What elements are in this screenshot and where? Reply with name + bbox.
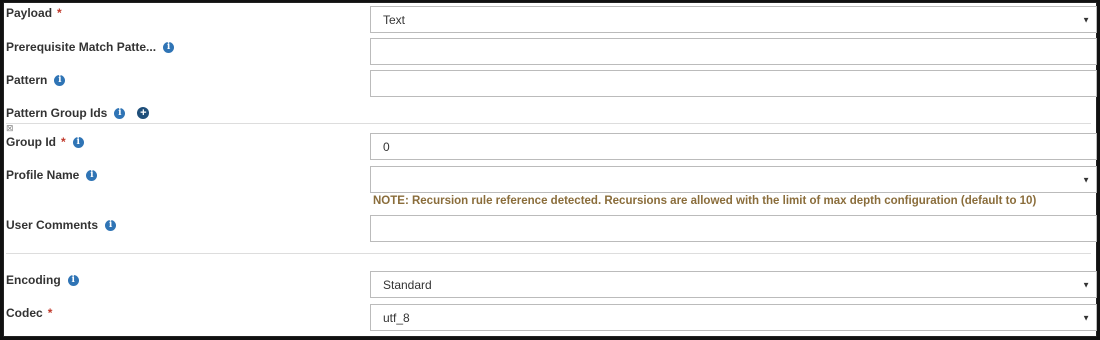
encoding-label: Encoding i [6,273,79,287]
group-id-label: Group Id * i [6,135,84,149]
section-divider [6,253,1091,254]
caret-down-icon: ▼ [1082,313,1090,322]
info-icon[interactable]: i [72,136,84,148]
profile-name-select[interactable]: ▼ [370,166,1097,193]
prerequisite-label: Prerequisite Match Patte... i [6,40,175,54]
codec-select[interactable]: utf_8 ▼ [370,304,1097,331]
info-icon[interactable]: i [67,274,79,286]
caret-down-icon: ▼ [1082,175,1090,184]
pattern-group-ids-label: Pattern Group Ids i + [6,106,150,120]
payload-select-value: Text [383,12,406,27]
info-icon[interactable]: i [114,107,126,119]
group-id-input[interactable]: 0 [370,133,1097,160]
payload-select[interactable]: Text ▼ [370,6,1097,33]
encoding-select[interactable]: Standard ▼ [370,271,1097,298]
pattern-input[interactable] [370,70,1097,97]
remove-box-icon[interactable]: ⊠ [6,124,14,133]
add-pattern-group-button[interactable]: + [137,107,150,119]
prerequisite-input[interactable] [370,38,1097,65]
info-icon[interactable]: i [105,219,117,231]
payload-label: Payload * [6,6,62,20]
section-divider [6,123,1091,124]
pattern-label: Pattern i [6,73,66,87]
caret-down-icon: ▼ [1082,280,1090,289]
codec-label: Codec * [6,306,53,320]
user-comments-input[interactable] [370,215,1097,242]
recursion-note: NOTE: Recursion rule reference detected.… [373,195,1037,207]
info-icon[interactable]: i [86,169,98,181]
form-panel: Payload * Text ▼ Prerequisite Match Patte… [0,0,1100,340]
info-icon[interactable]: i [163,41,175,53]
info-icon[interactable]: i [54,74,66,86]
caret-down-icon: ▼ [1082,15,1090,24]
profile-name-label: Profile Name i [6,168,98,182]
user-comments-label: User Comments i [6,218,117,232]
